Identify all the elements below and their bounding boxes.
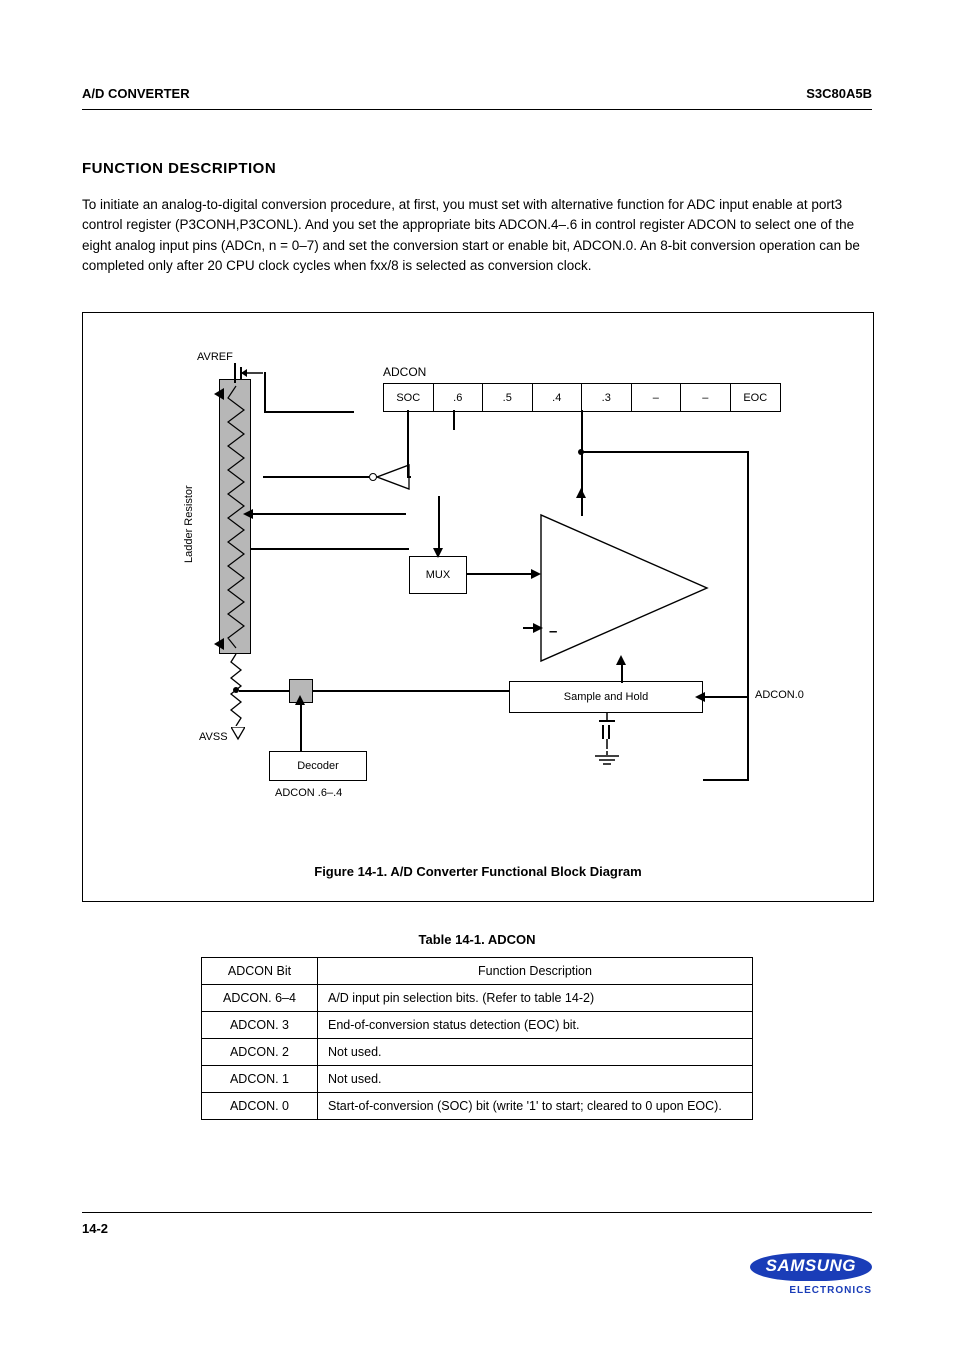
- triangle-down-icon: [231, 727, 245, 741]
- table-row: ADCON. 1 Not used.: [202, 1066, 753, 1093]
- adcon-table: ADCON Bit Function Description ADCON. 6–…: [201, 957, 753, 1120]
- wire: [438, 496, 440, 550]
- mux-box: MUX: [409, 556, 467, 594]
- section-paragraph: To initiate an analog-to-digital convers…: [82, 195, 872, 276]
- wire: [453, 410, 455, 430]
- brand-logo: SAMSUNG ELECTRONICS: [750, 1253, 872, 1296]
- ladder-label: Ladder Resistor: [183, 485, 195, 563]
- figure-caption: Figure 14-1. A/D Converter Functional Bl…: [83, 864, 873, 879]
- triangle-icon: [214, 638, 226, 650]
- pfet-icon: [233, 361, 277, 385]
- arrow-up-icon: [295, 695, 305, 705]
- reg-bit-eoc: EOC: [731, 384, 781, 411]
- cell-bit: ADCON. 1: [202, 1066, 318, 1093]
- wire: [239, 690, 289, 692]
- adcon-title: ADCON: [383, 365, 426, 379]
- table-header-row: ADCON Bit Function Description: [202, 958, 753, 985]
- wire: [264, 372, 266, 412]
- cell-desc: Not used.: [318, 1066, 753, 1093]
- cell-desc: A/D input pin selection bits. (Refer to …: [318, 985, 753, 1012]
- cell-desc: End-of-conversion status detection (EOC)…: [318, 1012, 753, 1039]
- page-header: A/D CONVERTER S3C80A5B: [82, 86, 872, 110]
- wire: [581, 496, 583, 516]
- comparator-icon: [539, 513, 709, 663]
- adcon-bits-label: ADCON .6–.4: [275, 787, 342, 799]
- cell-bit: ADCON. 2: [202, 1039, 318, 1066]
- th-desc: Function Description: [318, 958, 753, 985]
- wire: [467, 573, 533, 575]
- wire: [703, 696, 749, 698]
- wire: [251, 548, 409, 550]
- page-footer: 14-2: [82, 1212, 872, 1236]
- arrow-right-icon: [533, 623, 543, 633]
- wire: [251, 513, 406, 515]
- page: A/D CONVERTER S3C80A5B FUNCTION DESCRIPT…: [0, 0, 954, 1351]
- reg-bit-soc: SOC: [384, 384, 434, 411]
- figure-box: SOC .6 .5 .4 .3 – – EOC ADCON AVREF: [82, 312, 874, 902]
- cell-bit: ADCON. 3: [202, 1012, 318, 1039]
- wire: [407, 410, 409, 450]
- reg-bit-dash1: –: [632, 384, 682, 411]
- triangle-icon: [214, 388, 226, 400]
- adcon-register: SOC .6 .5 .4 .3 – – EOC: [383, 383, 781, 412]
- table-row: ADCON. 2 Not used.: [202, 1039, 753, 1066]
- avss-label: AVSS: [199, 731, 228, 743]
- page-number: 14-2: [82, 1221, 108, 1236]
- wire: [313, 690, 509, 692]
- avref-label-top: AVREF: [197, 351, 233, 363]
- reg-bit-dash2: –: [681, 384, 731, 411]
- sample-hold-box: Sample and Hold: [509, 681, 703, 713]
- wire: [703, 779, 749, 781]
- wire: [407, 450, 409, 478]
- table-row: ADCON. 3 End-of-conversion status detect…: [202, 1012, 753, 1039]
- th-bit: ADCON Bit: [202, 958, 318, 985]
- nfet-icon: [589, 713, 625, 753]
- reg-bit-5: .5: [483, 384, 533, 411]
- arrow-left-icon: [695, 692, 705, 702]
- arrow-left-icon: [243, 509, 253, 519]
- decoder-box: Decoder: [269, 751, 367, 781]
- inverter-bubble-icon: [369, 473, 377, 481]
- arrow-up-icon: [616, 655, 626, 665]
- cell-desc: Not used.: [318, 1039, 753, 1066]
- cell-bit: ADCON. 6–4: [202, 985, 318, 1012]
- table-title: Table 14-1. ADCON: [82, 932, 872, 947]
- reg-bit-6: .6: [434, 384, 484, 411]
- wire: [747, 451, 749, 781]
- header-left: A/D CONVERTER: [82, 86, 190, 101]
- section-title: FUNCTION DESCRIPTION: [82, 160, 872, 177]
- cell-bit: ADCON. 0: [202, 1093, 318, 1120]
- table-row: ADCON. 6–4 A/D input pin selection bits.…: [202, 985, 753, 1012]
- reg-bit-4: .4: [533, 384, 583, 411]
- wire: [621, 663, 623, 683]
- wire: [407, 476, 411, 478]
- samsung-wordmark: SAMSUNG: [750, 1253, 872, 1281]
- wire: [581, 451, 749, 453]
- ground-icon: [593, 751, 621, 769]
- cell-desc: Start-of-conversion (SOC) bit (write '1'…: [318, 1093, 753, 1120]
- samsung-sub: ELECTRONICS: [750, 1285, 872, 1296]
- wire: [264, 411, 354, 413]
- header-right: S3C80A5B: [806, 86, 872, 101]
- figure-caption-wrap: Figure 14-1. A/D Converter Functional Bl…: [83, 864, 873, 879]
- reg-bit-3: .3: [582, 384, 632, 411]
- wire: [300, 703, 302, 751]
- comp-minus-label: –: [549, 623, 557, 640]
- arrow-up-icon: [576, 488, 586, 498]
- adcon0-label: ADCON.0: [755, 689, 804, 701]
- wire: [263, 476, 369, 478]
- table-row: ADCON. 0 Start-of-conversion (SOC) bit (…: [202, 1093, 753, 1120]
